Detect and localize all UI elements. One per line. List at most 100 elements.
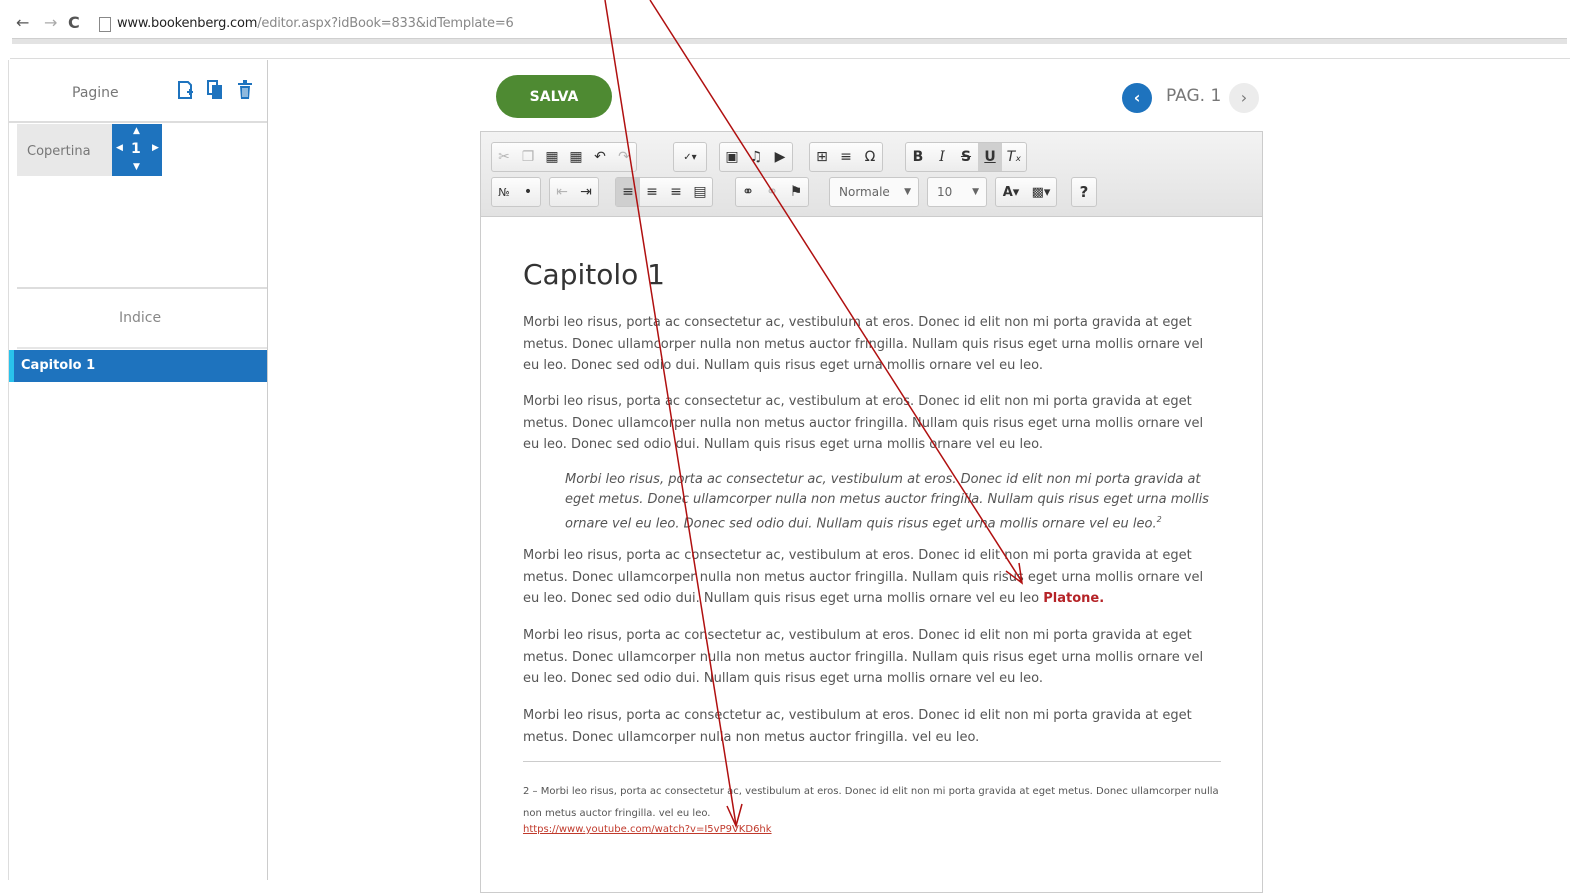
- format-select-value: Normale: [839, 185, 890, 199]
- rich-text-editor: ✂ ❐ ▦ ▦ ↶ ↷ ✓▾ ▣ ♫ ▶ ⊞ ≡ Ω B I S U Tₓ № …: [480, 131, 1263, 893]
- editor-content[interactable]: Capitolo 1 Morbi leo risus, porta ac con…: [523, 258, 1223, 835]
- italic-icon[interactable]: I: [930, 143, 954, 171]
- help-group: ?: [1071, 177, 1097, 207]
- next-page-button[interactable]: ›: [1229, 83, 1259, 113]
- strikethrough-icon[interactable]: S: [954, 143, 978, 171]
- bullet-list-icon[interactable]: •: [516, 178, 540, 206]
- link-icon[interactable]: ⚭: [736, 178, 760, 206]
- align-center-icon[interactable]: ≡: [640, 178, 664, 206]
- page-thumb-cover[interactable]: Copertina: [17, 124, 112, 176]
- highlighted-link-platone[interactable]: Platone.: [1043, 591, 1104, 606]
- outdent-icon[interactable]: ⇤: [550, 178, 574, 206]
- paragraph-5: Morbi leo risus, porta ac consectetur ac…: [523, 708, 1192, 745]
- prev-page-button[interactable]: ‹: [1122, 83, 1152, 113]
- indent-group: ⇤ ⇥: [549, 177, 599, 207]
- blockquote-text: Morbi leo risus, porta ac consectetur ac…: [565, 472, 1209, 532]
- browser-bar: ← → C www.bookenberg.com/editor.aspx?idB…: [0, 0, 1570, 44]
- special-char-icon[interactable]: Ω: [858, 143, 882, 171]
- stepper-right-icon[interactable]: ▶: [152, 143, 159, 153]
- clipboard-group: ✂ ❐ ▦ ▦ ↶ ↷: [491, 142, 637, 172]
- horizontal-line-icon[interactable]: ≡: [834, 143, 858, 171]
- footnote-divider: [523, 761, 1221, 762]
- trash-icon[interactable]: [237, 80, 253, 100]
- align-right-icon[interactable]: ≡: [664, 178, 688, 206]
- spellcheck-group: ✓▾: [673, 142, 707, 172]
- align-left-icon[interactable]: ≡: [616, 178, 640, 206]
- stepper-down-icon[interactable]: ▼: [133, 162, 140, 172]
- spellcheck-icon[interactable]: ✓▾: [674, 143, 706, 171]
- table-icon[interactable]: ⊞: [810, 143, 834, 171]
- copy-page-icon[interactable]: [207, 80, 223, 100]
- forward-arrow-icon[interactable]: →: [44, 14, 57, 32]
- bold-icon[interactable]: B: [906, 143, 930, 171]
- page-icon: [99, 17, 111, 32]
- chevron-down-icon: ▼: [904, 187, 911, 197]
- copy-icon[interactable]: ❐: [516, 143, 540, 171]
- app-top-divider: [10, 58, 1570, 59]
- background-color-icon[interactable]: ▩▾: [1026, 178, 1056, 206]
- add-page-icon[interactable]: [177, 80, 193, 100]
- insert-group: ⊞ ≡ Ω: [809, 142, 883, 172]
- back-arrow-icon[interactable]: ←: [16, 14, 29, 32]
- stepper-up-icon[interactable]: ▲: [133, 126, 140, 136]
- help-icon[interactable]: ?: [1072, 178, 1096, 206]
- paste-icon[interactable]: ▦: [540, 143, 564, 171]
- media-group: ▣ ♫ ▶: [719, 142, 793, 172]
- paragraph-3: Morbi leo risus, porta ac consectetur ac…: [523, 545, 1223, 610]
- index-item-label: Capitolo 1: [21, 358, 96, 373]
- index-item-capitolo-1[interactable]: Capitolo 1: [9, 350, 267, 382]
- text-color-icon[interactable]: A▾: [996, 178, 1026, 206]
- pages-title: Pagine: [72, 85, 119, 101]
- paragraph-4: Morbi leo risus, porta ac consectetur ac…: [523, 628, 1204, 686]
- font-size-value: 10: [937, 185, 953, 199]
- list-group: № •: [491, 177, 541, 207]
- paste-text-icon[interactable]: ▦: [564, 143, 588, 171]
- index-title: Indice: [119, 310, 162, 326]
- color-group: A▾ ▩▾: [995, 177, 1057, 207]
- stepper-left-icon[interactable]: ◀: [116, 143, 123, 153]
- unlink-icon[interactable]: ⚭: [760, 178, 784, 206]
- anchor-flag-icon[interactable]: ⚑: [784, 178, 808, 206]
- address-bar[interactable]: www.bookenberg.com/editor.aspx?idBook=83…: [117, 16, 514, 31]
- address-bar-divider: [12, 38, 1567, 44]
- link-group: ⚭ ⚭ ⚑: [735, 177, 809, 207]
- align-group: ≡ ≡ ≡ ▤: [615, 177, 713, 207]
- pages-divider: [9, 121, 267, 123]
- underline-icon[interactable]: U: [978, 143, 1002, 171]
- redo-icon[interactable]: ↷: [612, 143, 636, 171]
- page-number-stepper[interactable]: ▲ ◀ 1 ▶ ▼: [112, 124, 162, 176]
- page-indicator: PAG. 1: [1166, 86, 1222, 106]
- blockquote: Morbi leo risus, porta ac consectetur ac…: [565, 470, 1225, 534]
- url-path: /editor.aspx?idBook=833&idTemplate=6: [257, 16, 514, 31]
- reload-icon[interactable]: C: [68, 14, 80, 32]
- index-divider: [17, 287, 267, 289]
- format-select[interactable]: Normale ▼: [829, 177, 919, 207]
- chevron-left-icon: ‹: [1133, 88, 1141, 107]
- undo-icon[interactable]: ↶: [588, 143, 612, 171]
- url-host: www.bookenberg.com: [117, 16, 258, 31]
- save-button[interactable]: SALVA: [496, 75, 612, 118]
- numbered-list-icon[interactable]: №: [492, 178, 516, 206]
- align-justify-icon[interactable]: ▤: [688, 178, 712, 206]
- audio-icon[interactable]: ♫: [744, 143, 768, 171]
- font-size-select[interactable]: 10 ▼: [927, 177, 987, 207]
- chapter-heading: Capitolo 1: [523, 258, 665, 291]
- paragraph-1: Morbi leo risus, porta ac consectetur ac…: [523, 315, 1204, 373]
- chevron-right-icon: ›: [1240, 88, 1248, 107]
- cover-label: Copertina: [27, 144, 91, 159]
- image-icon[interactable]: ▣: [720, 143, 744, 171]
- remove-format-icon[interactable]: Tₓ: [1002, 143, 1026, 171]
- footnote-ref[interactable]: 2: [1157, 515, 1162, 524]
- indent-icon[interactable]: ⇥: [574, 178, 598, 206]
- index-divider-2: [17, 347, 267, 349]
- footnote-text: 2 – Morbi leo risus, porta ac consectetu…: [523, 786, 1219, 819]
- chevron-down-icon: ▼: [972, 187, 979, 197]
- cut-icon[interactable]: ✂: [492, 143, 516, 171]
- editor-toolbar: ✂ ❐ ▦ ▦ ↶ ↷ ✓▾ ▣ ♫ ▶ ⊞ ≡ Ω B I S U Tₓ № …: [481, 132, 1262, 217]
- paragraph-2: Morbi leo risus, porta ac consectetur ac…: [523, 394, 1204, 452]
- video-icon[interactable]: ▶: [768, 143, 792, 171]
- stepper-value: 1: [131, 141, 141, 157]
- sidebar: Pagine Copertina ▲ ◀ 1 ▶ ▼ Indice Capito…: [8, 60, 268, 880]
- text-style-group: B I S U Tₓ: [905, 142, 1027, 172]
- footnote-link[interactable]: https://www.youtube.com/watch?v=I5vP9VKD…: [523, 824, 772, 835]
